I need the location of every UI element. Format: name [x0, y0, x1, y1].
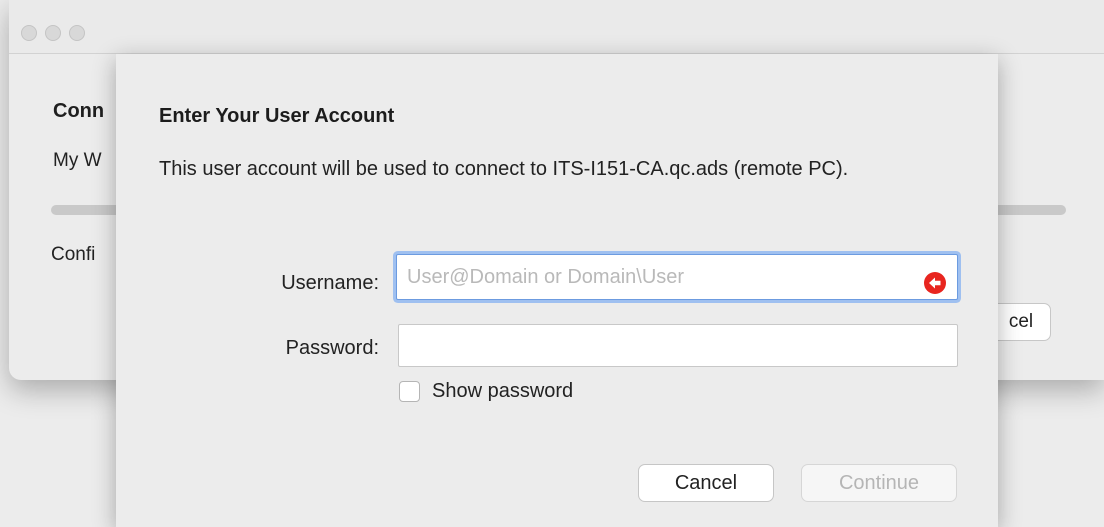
show-password-checkbox[interactable] [399, 381, 420, 402]
username-label: Username: [281, 272, 379, 294]
minimize-window-button[interactable] [45, 25, 61, 41]
sheet-title: Enter Your User Account [159, 105, 395, 127]
username-input[interactable] [396, 254, 958, 300]
parent-status-text: Confi [51, 244, 96, 265]
sheet-description: This user account will be used to connec… [159, 158, 849, 180]
cancel-button[interactable]: Cancel [638, 464, 774, 502]
password-input[interactable] [398, 324, 958, 367]
parent-cancel-label: cel [1008, 311, 1034, 332]
screen: Conn My W Confi cel Enter Your User Acco… [0, 0, 1104, 527]
show-password-label[interactable]: Show password [432, 380, 573, 403]
continue-button[interactable]: Continue [801, 464, 957, 502]
password-label: Password: [285, 337, 379, 359]
back-arrow-circle-icon[interactable] [924, 272, 946, 294]
parent-subtitle: My W [53, 150, 102, 171]
zoom-window-button[interactable] [69, 25, 85, 41]
close-window-button[interactable] [21, 25, 37, 41]
parent-title: Conn [53, 100, 105, 122]
window-titlebar [9, 0, 1104, 54]
user-account-sheet: Enter Your User Account This user accoun… [116, 54, 998, 527]
